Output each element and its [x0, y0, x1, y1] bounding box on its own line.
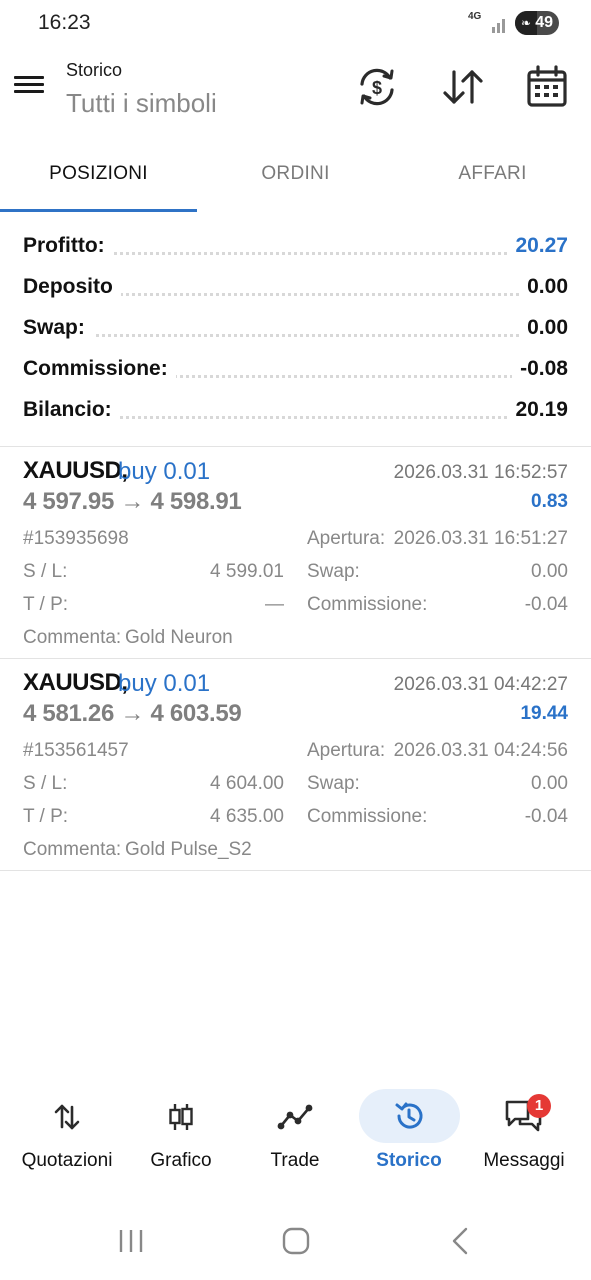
signal-icon	[492, 19, 505, 33]
commission-label: Commissione:	[307, 594, 428, 615]
open-time: 2026.03.31 04:24:56	[393, 740, 568, 761]
system-navigation-bar	[0, 1204, 591, 1280]
bottom-navigation: Quotazioni Grafico Trade Storico 1 Messa…	[0, 1082, 591, 1192]
tp-label: T / P:	[23, 806, 69, 827]
sl-label: S / L:	[23, 773, 68, 794]
nav-label: Trade	[270, 1150, 320, 1171]
app-header: Storico Tutti i simboli $	[0, 46, 591, 136]
swap-label: Swap:	[307, 561, 360, 582]
page-title: Storico	[66, 60, 123, 80]
nav-item-history[interactable]: Storico	[350, 1082, 468, 1182]
position-profit: 0.83	[531, 491, 568, 512]
sort-arrows-icon[interactable]	[440, 64, 486, 110]
swap-value: 0.00	[531, 561, 568, 582]
home-icon[interactable]	[281, 1226, 311, 1256]
nav-item-quotes[interactable]: Quotazioni	[8, 1082, 126, 1182]
battery-level: 49	[535, 14, 553, 31]
candlestick-chart-icon	[169, 1104, 193, 1130]
summary-value: -0.08	[512, 357, 568, 381]
summary-row-profit: Profitto: 20.27	[0, 226, 591, 267]
summary-label: Commissione:	[23, 357, 176, 381]
tab-positions[interactable]: POSIZIONI	[0, 136, 197, 212]
summary-label: Swap:	[23, 316, 93, 340]
commission-label: Commissione:	[307, 806, 428, 827]
tab-orders[interactable]: ORDINI	[197, 136, 394, 212]
summary-label: Bilancio:	[23, 398, 120, 422]
position-symbol: XAUUSD,	[23, 669, 128, 696]
tab-deals[interactable]: AFFARI	[394, 136, 591, 212]
sl-label: S / L:	[23, 561, 68, 582]
nav-label: Storico	[376, 1150, 442, 1171]
position-profit: 19.44	[520, 703, 568, 724]
history-tabs: POSIZIONI ORDINI AFFARI	[0, 136, 591, 212]
open-label: Apertura:	[307, 740, 386, 761]
open-label: Apertura:	[307, 528, 386, 549]
sl-value: 4 599.01	[210, 561, 284, 582]
comment-label: Commenta:	[23, 839, 122, 860]
summary-value: 20.19	[507, 398, 568, 422]
summary-value: 0.00	[519, 316, 568, 340]
summary-row-commission: Commissione: -0.08	[0, 349, 591, 390]
back-icon[interactable]	[446, 1226, 476, 1256]
position-prices: 4 581.26 → 4 603.59	[23, 700, 242, 727]
open-time: 2026.03.31 16:51:27	[393, 528, 568, 549]
calendar-icon[interactable]	[524, 64, 570, 110]
nav-item-chart[interactable]: Grafico	[122, 1082, 240, 1182]
recent-apps-icon[interactable]	[116, 1226, 146, 1256]
nav-label: Quotazioni	[21, 1150, 113, 1171]
position-symbol: XAUUSD,	[23, 457, 128, 484]
status-time: 16:23	[38, 11, 91, 34]
comment-label: Commenta:	[23, 627, 122, 648]
nav-label: Grafico	[150, 1150, 212, 1171]
divider	[0, 870, 591, 871]
tp-value: 4 635.00	[210, 806, 284, 827]
quotes-arrows-icon	[54, 1104, 80, 1130]
notification-badge: 1	[527, 1094, 551, 1118]
commission-value: -0.04	[524, 594, 568, 615]
summary-row-balance: Bilancio: 20.19	[0, 390, 591, 431]
position-ticket: #153935698	[23, 528, 129, 549]
history-clock-icon	[395, 1102, 423, 1129]
currency-exchange-icon[interactable]: $	[354, 64, 400, 110]
svg-text:$: $	[372, 78, 382, 98]
nav-label: Messaggi	[483, 1150, 565, 1171]
menu-icon[interactable]	[14, 72, 52, 104]
summary-panel: Profitto: 20.27 Deposito 0.00 Swap: 0.00…	[0, 226, 591, 431]
position-ticket: #153561457	[23, 740, 129, 761]
badge-count: 1	[534, 1097, 544, 1114]
summary-label: Deposito	[23, 275, 121, 299]
position-close-time: 2026.03.31 04:42:27	[393, 674, 568, 695]
position-side: buy 0.01	[118, 670, 211, 697]
comment-value: Gold Pulse_S2	[125, 839, 252, 860]
summary-row-swap: Swap: 0.00	[0, 308, 591, 349]
symbol-filter[interactable]: Tutti i simboli	[66, 88, 217, 119]
battery-saver-icon: ❧	[521, 16, 532, 30]
position-item[interactable]: XAUUSD, buy 0.01 2026.03.31 16:52:57 4 5…	[0, 447, 591, 658]
tp-label: T / P:	[23, 594, 69, 615]
swap-value: 0.00	[531, 773, 568, 794]
position-item[interactable]: XAUUSD, buy 0.01 2026.03.31 04:42:27 4 5…	[0, 659, 591, 870]
position-close-time: 2026.03.31 16:52:57	[393, 462, 568, 483]
swap-label: Swap:	[307, 773, 360, 794]
trade-line-icon	[277, 1104, 313, 1130]
sl-value: 4 604.00	[210, 773, 284, 794]
summary-label: Profitto:	[23, 234, 113, 258]
summary-value: 20.27	[507, 234, 568, 258]
summary-row-deposit: Deposito 0.00	[0, 267, 591, 308]
nav-item-messages[interactable]: 1 Messaggi	[464, 1082, 584, 1182]
nav-item-trade[interactable]: Trade	[236, 1082, 354, 1182]
commission-value: -0.04	[524, 806, 568, 827]
battery-indicator: ❧ 49	[515, 11, 559, 35]
tp-value: —	[265, 594, 284, 615]
status-bar: 16:23 4G ❧ 49	[0, 0, 591, 46]
comment-value: Gold Neuron	[125, 627, 233, 648]
summary-value: 0.00	[519, 275, 568, 299]
position-side: buy 0.01	[118, 458, 211, 485]
position-prices: 4 597.95 → 4 598.91	[23, 488, 242, 515]
active-tab-indicator	[0, 209, 197, 212]
